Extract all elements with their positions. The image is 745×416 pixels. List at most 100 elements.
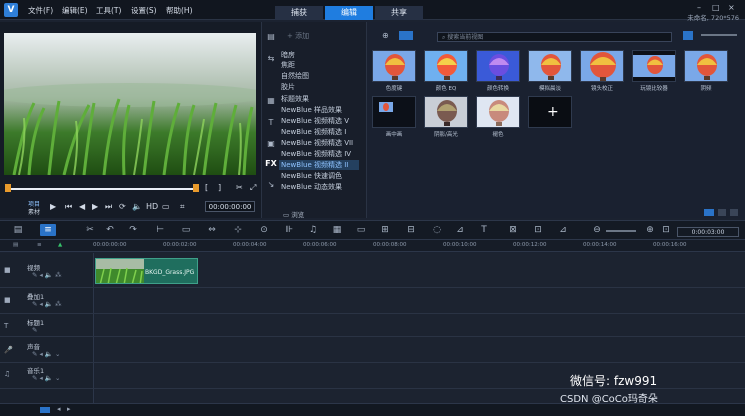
folder-item[interactable]: 胶片 [281,82,295,92]
effect-thumb[interactable] [580,50,624,82]
timeline-view-icon[interactable]: ≡ [40,224,56,236]
track-controls[interactable]: ✎ ◂ 🔈 ⁂ [32,271,62,279]
trim-end-handle[interactable] [193,184,199,192]
stop-motion-icon[interactable]: ◌ [431,224,443,236]
folder-item[interactable]: 焦距 [281,60,295,70]
scroll-right-icon[interactable]: ▸ [67,405,71,413]
auto-music-icon[interactable]: ♫ [307,224,319,236]
panel-icon[interactable] [718,209,726,216]
folder-item[interactable]: NewBlue 快速调色 [281,171,342,181]
menu-tools[interactable]: 工具(T) [96,5,121,16]
play-icon[interactable]: ▶ [50,202,56,211]
maximize-icon[interactable]: □ [712,3,720,12]
search-input[interactable]: ⌕ 搜索当前视图 [437,32,672,42]
clip-mode-label[interactable]: 素材 [28,207,40,216]
browse-button[interactable]: ▭ 浏览 [283,209,304,219]
subtitle-icon[interactable]: ▭ [355,224,367,236]
effect-thumb[interactable] [424,96,468,128]
mark-out-button[interactable]: ] [218,183,221,192]
redo-icon[interactable]: ↷ [127,224,139,236]
undo-icon[interactable]: ↶ [104,224,116,236]
add-effect-thumb[interactable]: + [528,96,572,128]
menu-help[interactable]: 帮助(H) [166,5,193,16]
go-start-icon[interactable]: ⏮ [65,202,72,212]
folder-item[interactable]: NewBlue 视频精选 I [281,127,346,137]
multi-trim-icon[interactable]: ▭ [180,224,192,236]
folder-item[interactable]: NewBlue 视频精选 VII [281,138,353,148]
track-controls[interactable]: ✎ ◂ 🔈 ⁂ [32,300,62,308]
zoom-timecode[interactable]: 0:00:03:00 [677,227,739,237]
track-controls[interactable]: ✎ [32,326,37,334]
chapter-list-icon[interactable]: ≡ [37,242,42,248]
folder-item[interactable]: 暗房 [281,50,295,60]
video-clip[interactable]: BKGD_Grass.JPG [95,258,198,284]
chapter-icon[interactable]: ▦ [331,224,343,236]
folder-item[interactable]: NewBlue 视频精选 IV [281,149,351,159]
track-controls[interactable]: ✎ ◂ 🔈 ⌄ [32,350,60,358]
folder-item[interactable]: 自然绘图 [281,71,309,81]
marker-icon[interactable]: ▲ [58,242,62,248]
tab-share[interactable]: 共享 [375,6,423,20]
effect-thumb[interactable] [476,96,520,128]
fit-icon[interactable]: ⊡ [660,224,672,236]
folder-item[interactable]: NewBlue 样品效果 [281,105,342,115]
panel-icon[interactable] [730,209,738,216]
effect-thumb[interactable] [424,50,468,82]
audio-mixer-icon[interactable]: ⊪ [283,224,295,236]
view-toggle-icon[interactable] [399,31,413,40]
snapshot-icon[interactable]: ⊡ [532,224,544,236]
mark-in-button[interactable]: [ [205,183,208,192]
repeat-icon[interactable]: ⟳ [119,202,126,211]
tab-capture[interactable]: 捕获 [275,6,323,20]
menu-settings[interactable]: 设置(S) [131,5,157,16]
scrub-bar[interactable] [8,188,196,190]
storyboard-view-icon[interactable]: ▤ [12,224,24,236]
hd-label[interactable]: HD [146,202,158,211]
prev-frame-icon[interactable]: ◀ [79,202,85,211]
expand-icon[interactable]: ⤢ [250,183,256,193]
timeline-ruler[interactable]: ▤ ≡ ▲ 00:00:00:00 00:00:02:00 00:00:04:0… [0,240,745,252]
folder-item[interactable]: NewBlue 视频精选 II [281,160,348,170]
zoom-slider[interactable] [606,230,636,232]
export-icon[interactable]: ⊿ [557,224,569,236]
track-manager-icon[interactable]: ▤ [13,242,18,248]
sort-icon[interactable] [683,31,693,40]
go-end-icon[interactable]: ⏭ [105,202,112,212]
zoom-out-icon[interactable]: ⊖ [591,224,603,236]
menu-edit[interactable]: 编辑(E) [62,5,88,16]
next-frame-icon[interactable]: ▶ [92,202,98,211]
close-icon[interactable]: × [728,3,735,12]
pan-zoom-icon[interactable]: ⊹ [232,224,244,236]
tools-icon[interactable]: ✂ [84,224,96,236]
crop-icon[interactable]: ⌗ [180,202,185,212]
title-tool-icon[interactable]: T [478,224,490,236]
effect-thumb[interactable] [528,50,572,82]
scroll-left-icon[interactable]: ◂ [57,405,61,413]
zoom-in-icon[interactable]: ⊕ [644,224,656,236]
folder-item[interactable]: NewBlue 视频精选 V [281,116,349,126]
effect-thumb[interactable] [632,50,676,82]
preview-timecode[interactable]: 00:00:00:00 [205,201,255,212]
split-icon[interactable]: ✂ [236,183,243,192]
effect-thumb[interactable] [684,50,728,82]
multi-camera-icon[interactable]: ⊞ [379,224,391,236]
import-icon[interactable]: ⊕ [382,31,389,40]
effect-thumb[interactable] [372,50,416,82]
track-controls[interactable]: ✎ ◂ 🔈 ⌄ [32,374,60,382]
trim-icon[interactable]: ⊢ [154,224,166,236]
menu-file[interactable]: 文件(F) [28,5,53,16]
tab-edit[interactable]: 编辑 [325,6,373,20]
minimize-icon[interactable]: – [697,3,701,12]
speed-icon[interactable]: ⊿ [454,224,466,236]
effect-thumb[interactable] [372,96,416,128]
trim-start-handle[interactable] [5,184,11,192]
folder-item[interactable]: 标题效果 [281,94,309,104]
options-icon[interactable] [704,209,714,216]
scroll-project-icon[interactable] [40,407,50,413]
split-screen-icon[interactable]: ⇔ [206,224,218,236]
record-icon[interactable]: ⊠ [507,224,519,236]
aspect-icon[interactable]: ▭ [162,202,170,211]
volume-icon[interactable]: 🔈 [132,202,142,211]
folder-item[interactable]: NewBlue 动态效果 [281,182,342,192]
motion-track-icon[interactable]: ⊙ [258,224,270,236]
